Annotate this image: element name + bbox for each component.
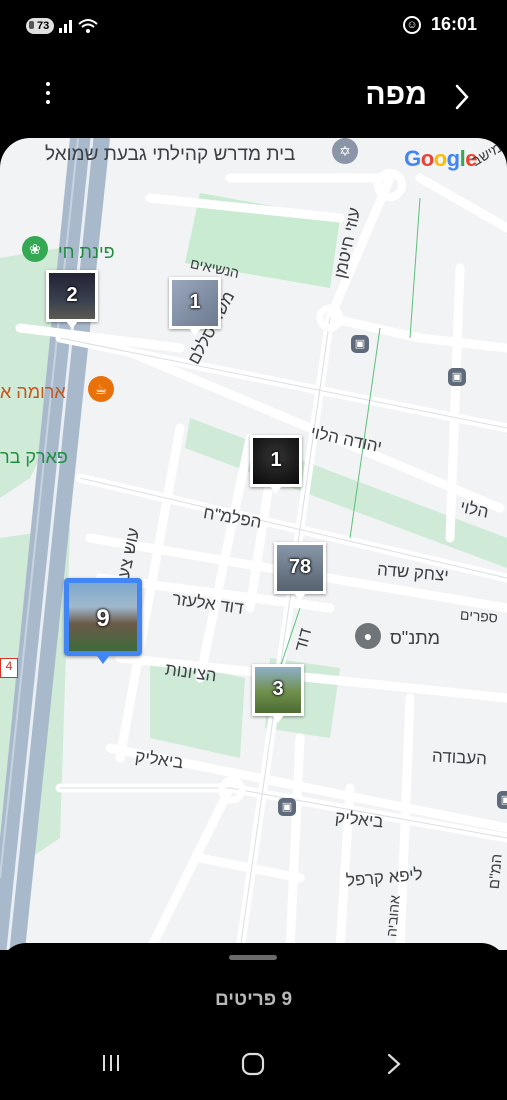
app-header: מפה: [0, 60, 507, 135]
photo-cluster-marker[interactable]: 1: [169, 277, 221, 336]
paw-icon[interactable]: ❀: [22, 236, 48, 262]
bus-stop-icon[interactable]: ▣: [351, 335, 369, 353]
home-icon[interactable]: [241, 1052, 265, 1081]
map-label-pinat-chai: פינת חי: [58, 242, 115, 262]
map-label-street: המ"ם: [485, 853, 506, 890]
road-number-badge: 4: [0, 658, 18, 678]
battery-icon: 73: [26, 18, 55, 34]
bus-stop-icon[interactable]: ▣: [448, 368, 466, 386]
photo-cluster-marker[interactable]: 1: [250, 435, 302, 494]
photo-cluster-marker[interactable]: 2: [46, 270, 98, 329]
system-nav-bar: [0, 1040, 507, 1095]
recent-apps-icon[interactable]: [100, 1052, 122, 1079]
page-title: מפה: [365, 78, 427, 111]
status-bar: 73 ☺ 16:01: [0, 0, 507, 54]
map-label-street: ספרים: [459, 606, 499, 626]
signal-icon: [59, 19, 73, 33]
bus-stop-icon[interactable]: ▣: [278, 798, 296, 816]
map-label-street: העבודה: [431, 746, 488, 769]
map-label-matnas: מתנ"ס: [390, 628, 441, 648]
items-count: 9 פריטים: [214, 989, 293, 1010]
back-nav-icon[interactable]: [384, 1052, 404, 1081]
photo-cluster-marker[interactable]: 3: [252, 664, 304, 723]
map-label-park: פארק בר: [0, 447, 68, 467]
place-pin-icon[interactable]: ●: [355, 623, 381, 649]
wifi-icon: [78, 19, 98, 33]
map-label-synagogue: בית מדרש קהילתי גבעת שמואל: [45, 144, 296, 165]
star-of-david-icon[interactable]: ✡: [332, 138, 358, 164]
photo-cluster-marker[interactable]: 78: [274, 542, 326, 601]
more-vert-icon[interactable]: [38, 82, 58, 112]
drag-handle[interactable]: [229, 955, 277, 960]
coffee-icon[interactable]: ☕: [88, 376, 114, 402]
map-label-aroma: ארומה א: [0, 382, 66, 402]
google-logo: Google: [404, 146, 477, 171]
map-view[interactable]: Google ✡ ❀ ☕ ● ▣ ▣ ▣ ▣ בית מדרש קהילתי ג…: [0, 138, 507, 950]
clock: 16:01: [430, 14, 477, 34]
chevron-right-icon[interactable]: [447, 80, 477, 114]
walking-icon: ☺: [402, 15, 421, 34]
photo-cluster-marker-selected[interactable]: 9: [64, 578, 142, 664]
bus-stop-icon[interactable]: ▣: [497, 791, 507, 809]
